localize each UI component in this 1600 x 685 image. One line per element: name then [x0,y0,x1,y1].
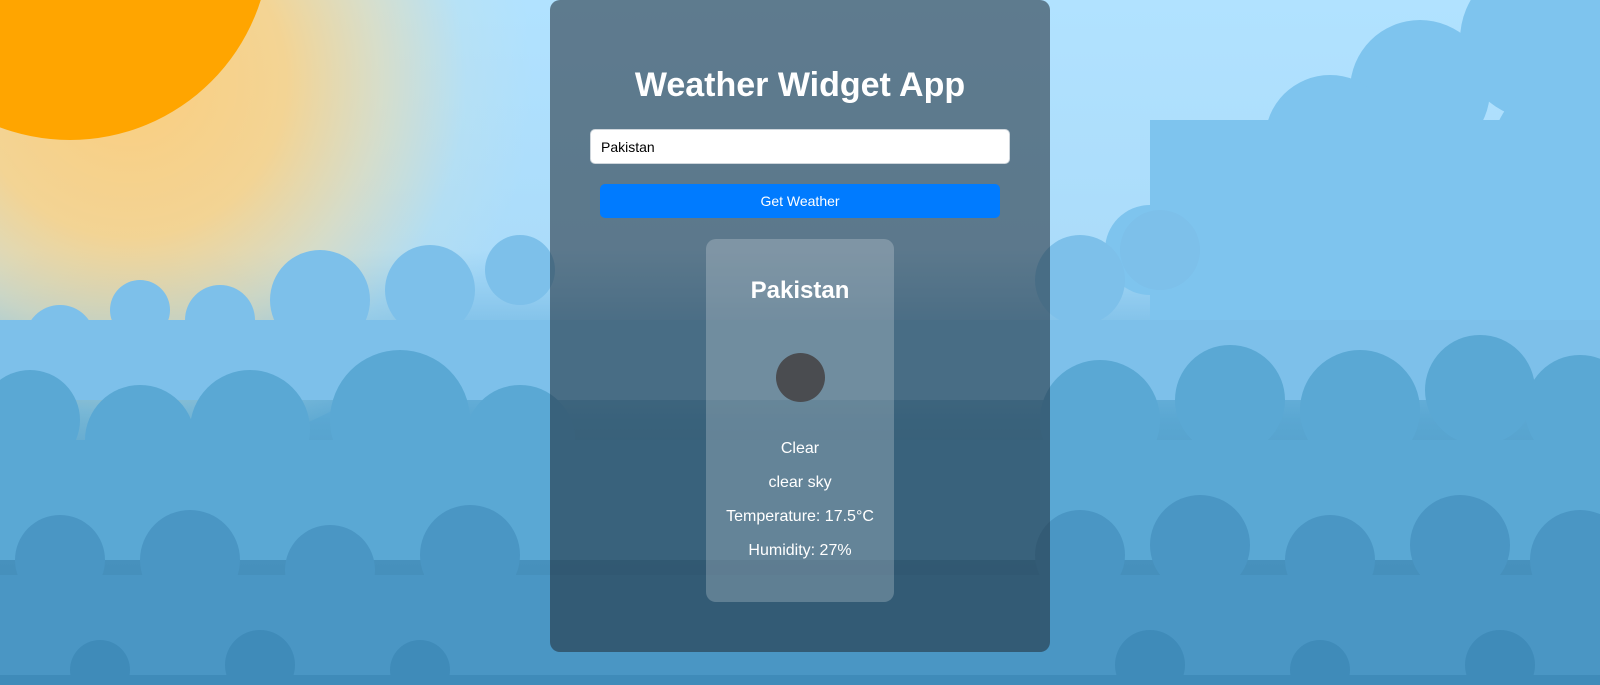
weather-widget: Weather Widget App Get Weather Pakistan … [550,0,1050,652]
result-city-name: Pakistan [750,277,850,304]
app-background: Weather Widget App Get Weather Pakistan … [0,0,1600,685]
weather-main: Clear [780,440,820,457]
humidity-text: Humidity: 27% [748,542,852,559]
app-title: Weather Widget App [634,66,966,104]
get-weather-button[interactable]: Get Weather [600,184,1000,218]
temperature-text: Temperature: 17.5°C [726,508,874,525]
weather-result-card: Pakistan Clear clear sky Temperature: 17… [706,239,894,602]
city-search-input[interactable] [590,129,1010,164]
weather-description: clear sky [768,474,832,491]
clear-sky-icon [776,353,825,402]
